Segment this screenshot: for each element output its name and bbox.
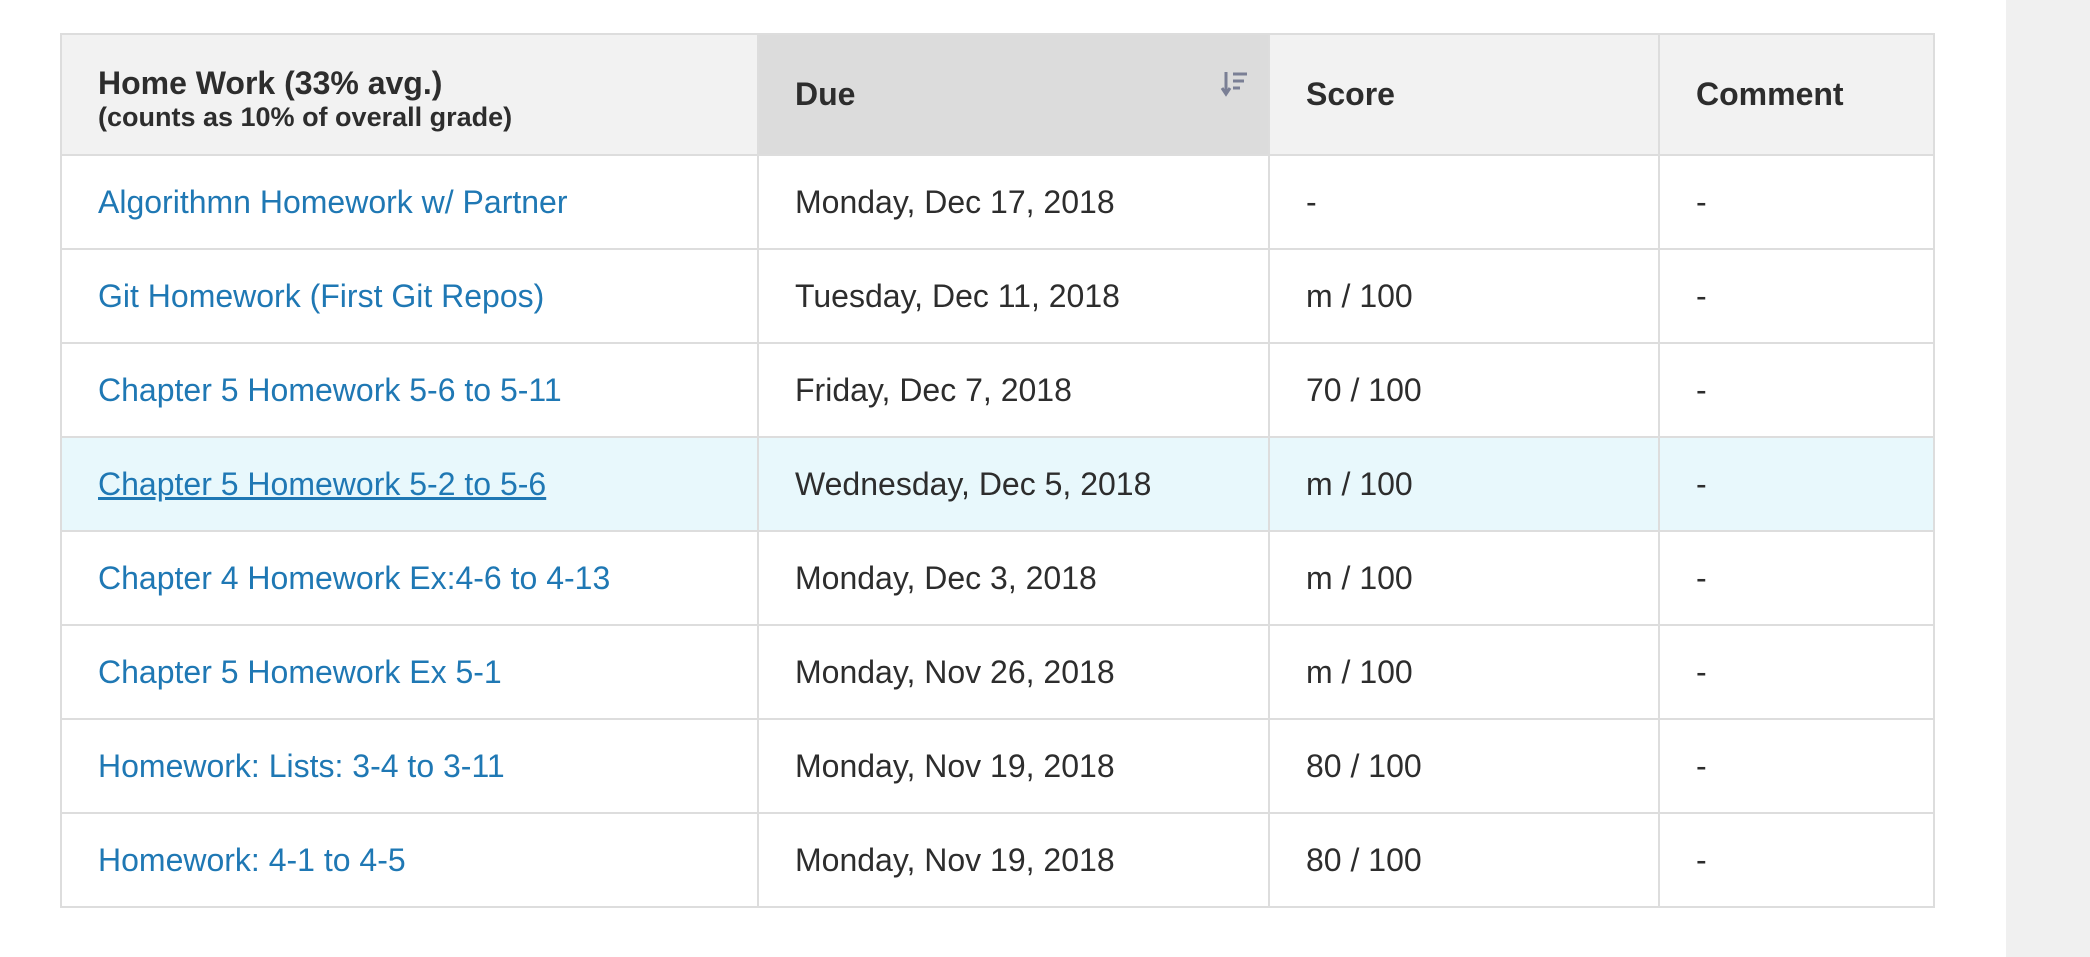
comment-cell: -: [1658, 436, 1935, 532]
homework-link[interactable]: Homework: Lists: 3-4 to 3-11: [98, 748, 505, 784]
homework-link[interactable]: Git Homework (First Git Repos): [98, 278, 544, 314]
due-date-cell: Monday, Nov 26, 2018: [757, 624, 1270, 720]
table-row: Homework: 4-1 to 4-5 Monday, Nov 19, 201…: [60, 812, 1935, 908]
comment-cell: -: [1658, 154, 1935, 250]
due-date-cell: Tuesday, Dec 11, 2018: [757, 248, 1270, 344]
homework-name-cell: Chapter 5 Homework Ex 5-1: [60, 624, 759, 720]
score-cell: -: [1268, 154, 1660, 250]
header-comment-label: Comment: [1696, 76, 1844, 112]
sort-descending-icon[interactable]: [1220, 69, 1250, 99]
homework-link[interactable]: Chapter 5 Homework 5-6 to 5-11: [98, 372, 562, 408]
page: Home Work (33% avg.) (counts as 10% of o…: [0, 0, 2090, 957]
table-header-row: Home Work (33% avg.) (counts as 10% of o…: [60, 33, 1935, 156]
homework-link[interactable]: Chapter 4 Homework Ex:4-6 to 4-13: [98, 560, 610, 596]
table-row: Algorithmn Homework w/ Partner Monday, D…: [60, 154, 1935, 250]
homework-link[interactable]: Chapter 5 Homework 5-2 to 5-6: [98, 466, 546, 502]
homework-name-cell: Chapter 5 Homework 5-6 to 5-11: [60, 342, 759, 438]
header-score[interactable]: Score: [1268, 33, 1660, 156]
table-row: Homework: Lists: 3-4 to 3-11 Monday, Nov…: [60, 718, 1935, 814]
homework-name-cell: Git Homework (First Git Repos): [60, 248, 759, 344]
score-cell: 80 / 100: [1268, 812, 1660, 908]
due-date-cell: Friday, Dec 7, 2018: [757, 342, 1270, 438]
header-score-label: Score: [1306, 76, 1395, 112]
comment-cell: -: [1658, 624, 1935, 720]
comment-cell: -: [1658, 342, 1935, 438]
homework-name-cell: Homework: Lists: 3-4 to 3-11: [60, 718, 759, 814]
homework-name-cell: Algorithmn Homework w/ Partner: [60, 154, 759, 250]
due-date-cell: Monday, Nov 19, 2018: [757, 718, 1270, 814]
header-homework: Home Work (33% avg.) (counts as 10% of o…: [60, 33, 759, 156]
homework-link[interactable]: Algorithmn Homework w/ Partner: [98, 184, 567, 220]
homework-name-cell: Chapter 4 Homework Ex:4-6 to 4-13: [60, 530, 759, 626]
score-cell: m / 100: [1268, 530, 1660, 626]
table-row-hovered: Chapter 5 Homework 5-2 to 5-6 Wednesday,…: [60, 436, 1935, 532]
homework-weight-note: (counts as 10% of overall grade): [98, 101, 513, 132]
due-date-cell: Wednesday, Dec 5, 2018: [757, 436, 1270, 532]
table-row: Chapter 5 Homework 5-6 to 5-11 Friday, D…: [60, 342, 1935, 438]
comment-cell: -: [1658, 718, 1935, 814]
score-cell: m / 100: [1268, 248, 1660, 344]
score-cell: m / 100: [1268, 436, 1660, 532]
homework-name-cell: Homework: 4-1 to 4-5: [60, 812, 759, 908]
header-due[interactable]: Due: [757, 33, 1270, 156]
homework-name-cell: Chapter 5 Homework 5-2 to 5-6: [60, 436, 759, 532]
comment-cell: -: [1658, 248, 1935, 344]
due-date-cell: Monday, Nov 19, 2018: [757, 812, 1270, 908]
comment-cell: -: [1658, 812, 1935, 908]
score-cell: 80 / 100: [1268, 718, 1660, 814]
right-gutter: [2006, 0, 2090, 957]
table-row: Git Homework (First Git Repos) Tuesday, …: [60, 248, 1935, 344]
score-cell: 70 / 100: [1268, 342, 1660, 438]
comment-cell: -: [1658, 530, 1935, 626]
homework-category-title: Home Work (33% avg.): [98, 64, 443, 101]
header-due-label: Due: [795, 76, 856, 112]
table-row: Chapter 5 Homework Ex 5-1 Monday, Nov 26…: [60, 624, 1935, 720]
header-comment[interactable]: Comment: [1658, 33, 1935, 156]
due-date-cell: Monday, Dec 3, 2018: [757, 530, 1270, 626]
score-cell: m / 100: [1268, 624, 1660, 720]
due-date-cell: Monday, Dec 17, 2018: [757, 154, 1270, 250]
homework-grades-table: Home Work (33% avg.) (counts as 10% of o…: [60, 33, 1935, 908]
homework-link[interactable]: Chapter 5 Homework Ex 5-1: [98, 654, 502, 690]
table-row: Chapter 4 Homework Ex:4-6 to 4-13 Monday…: [60, 530, 1935, 626]
homework-link[interactable]: Homework: 4-1 to 4-5: [98, 842, 406, 878]
